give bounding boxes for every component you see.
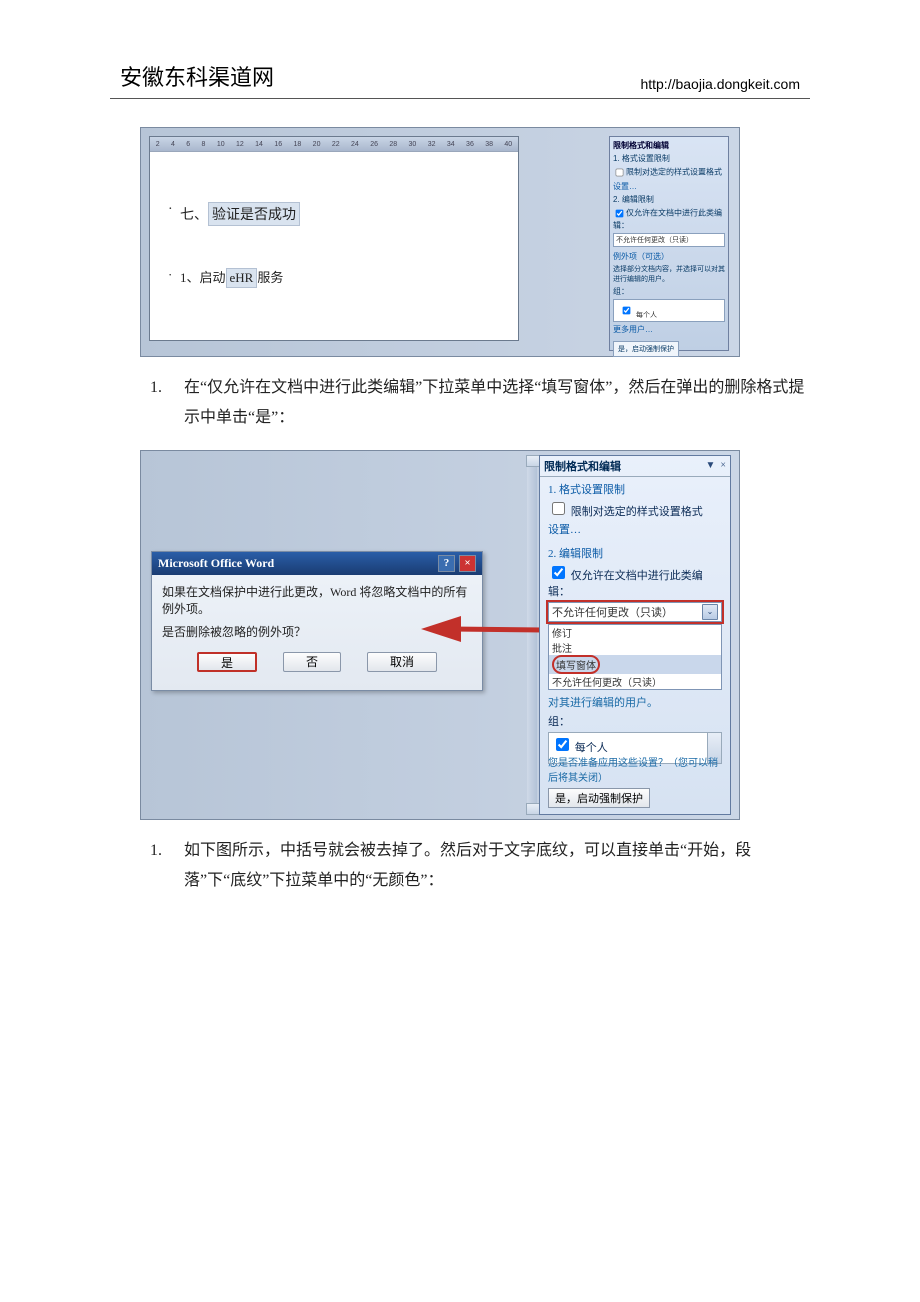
apply-section: 您是否准备应用这些设置？（您可以稍后将其关闭） 是，启动强制保护 <box>548 754 722 808</box>
exceptions-text: 对其进行编辑的用户。 <box>548 696 722 710</box>
everyone-checkbox[interactable] <box>556 738 569 751</box>
option-track-changes[interactable]: 修订 <box>549 625 721 640</box>
pane-close-icon[interactable]: × <box>720 460 726 471</box>
paragraph-1: 1. 在“仅允许在文档中进行此类编辑”下拉菜单中选择“填写窗体”，然后在弹出的删… <box>150 373 810 434</box>
option-fill-forms[interactable]: 填写窗体 <box>549 655 721 674</box>
edit-type-dropdown-mini[interactable]: 不允许任何更改（只读） <box>613 233 725 247</box>
help-icon[interactable]: ? <box>438 555 455 572</box>
settings-link-2[interactable]: 设置… <box>548 521 722 537</box>
header-url: http://baojia.dongkeit.com <box>640 76 800 92</box>
format-restrict-checkbox[interactable] <box>616 169 624 177</box>
pane-title: 限制格式和编辑 <box>544 458 621 474</box>
doc-sub-line: 1、启动eHR服务 <box>180 267 283 288</box>
form-field-1[interactable]: 验证是否成功 <box>208 202 300 226</box>
option-read-only[interactable]: 不允许任何更改（只读） <box>549 674 721 689</box>
enforce-protection-button[interactable]: 是，启动强制保护 <box>548 788 650 808</box>
close-icon[interactable]: × <box>459 555 476 572</box>
chevron-down-icon[interactable]: ⌄ <box>702 604 718 620</box>
restrict-pane-mini: 限制格式和编辑 1. 格式设置限制 限制对选定的样式设置格式 设置… 2. 编辑… <box>609 136 729 351</box>
enforce-btn-mini[interactable]: 是，启动强制保护 <box>613 341 679 357</box>
form-field-2[interactable]: eHR <box>226 268 258 288</box>
edit-type-dropdown[interactable]: 不允许任何更改（只读） ⌄ <box>548 602 722 622</box>
dialog-titlebar[interactable]: Microsoft Office Word ? × <box>152 552 482 575</box>
confirm-dialog: Microsoft Office Word ? × 如果在文档保护中进行此更改，… <box>151 551 483 691</box>
doc-heading-line: 七、验证是否成功 <box>180 202 300 226</box>
settings-link[interactable]: 设置… <box>613 181 725 192</box>
page-header: 安徽东科渠道网 http://baojia.dongkeit.com <box>110 60 810 99</box>
paragraph-2: 1. 如下图所示，中括号就会被去掉了。然后对于文字底纹，可以直接单击“开始，段落… <box>150 836 810 897</box>
list-marker: 1. <box>150 836 184 897</box>
list-marker: 1. <box>150 373 184 434</box>
figure-2: Microsoft Office Word ? × 如果在文档保护中进行此更改，… <box>140 450 740 820</box>
section-2-heading: 2. 编辑限制 <box>548 545 722 561</box>
everyone-checkbox-mini[interactable] <box>623 307 631 315</box>
group-label: 组： <box>548 713 722 729</box>
pane-titlebar[interactable]: 限制格式和编辑 ▼ × <box>540 456 730 477</box>
format-restrict-label[interactable]: 限制对选定的样式设置格式 <box>548 506 703 518</box>
dialog-message-2: 是否删除被忽略的例外项？ <box>162 623 472 640</box>
figure-1: 246810121416182022242628303234363840 七、验… <box>140 127 740 357</box>
format-restrict-checkbox-2[interactable] <box>552 502 565 515</box>
pane-mini-title: 限制格式和编辑 <box>613 140 725 151</box>
ruler: 246810121416182022242628303234363840 <box>150 137 518 152</box>
option-comments[interactable]: 批注 <box>549 640 721 655</box>
group-box-mini: 每个人 <box>613 299 725 322</box>
document-page: 安徽东科渠道网 http://baojia.dongkeit.com 24681… <box>0 0 920 1302</box>
more-users-link[interactable]: 更多用户… <box>613 324 725 335</box>
header-title: 安徽东科渠道网 <box>120 60 274 92</box>
pane-menu-icon[interactable]: ▼ <box>705 460 715 471</box>
edit-type-options[interactable]: 修订 批注 填写窗体 不允许任何更改（只读） <box>548 624 722 690</box>
scrollbar[interactable] <box>527 455 537 815</box>
cancel-button[interactable]: 取消 <box>367 652 437 672</box>
edit-restrict-checkbox[interactable] <box>616 210 624 218</box>
no-button[interactable]: 否 <box>283 652 341 672</box>
restrict-pane: 限制格式和编辑 ▼ × 1. 格式设置限制 限制对选定的样式设置格式 设置… 2… <box>539 455 731 815</box>
section-1-heading: 1. 格式设置限制 <box>548 481 722 497</box>
dialog-message-1: 如果在文档保护中进行此更改，Word 将忽略文档中的所有例外项。 <box>162 583 472 617</box>
dialog-title: Microsoft Office Word <box>158 556 274 571</box>
edit-restrict-label[interactable]: 仅允许在文档中进行此类编辑： <box>548 570 703 598</box>
yes-button[interactable]: 是 <box>197 652 257 672</box>
edit-restrict-checkbox-2[interactable] <box>552 566 565 579</box>
word-document-area: 246810121416182022242628303234363840 七、验… <box>149 136 519 341</box>
